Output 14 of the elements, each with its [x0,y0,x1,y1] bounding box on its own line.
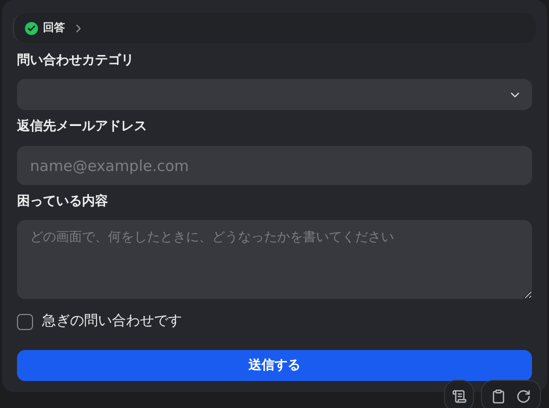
urgent-checkbox[interactable] [17,314,33,330]
field-label: 問い合わせカテゴリ [17,52,135,70]
document-icon [452,388,466,404]
field-label: 困っている内容 [17,193,109,211]
description-field[interactable]: どの画面で、何をしたときに、どうなったかを書いてください [17,220,532,299]
notes-button[interactable] [444,380,474,408]
answer-header[interactable]: 回答 [13,13,536,43]
refresh-icon[interactable] [516,388,531,404]
field-label: 返信先メールアドレス [17,118,148,136]
urgent-label: 急ぎの問い合わせです [42,312,182,331]
clipboard-icon[interactable] [491,388,506,404]
header-title: 回答 [43,20,65,36]
email-field[interactable]: name@example.com [17,146,532,185]
submit-button[interactable]: 送信する [17,350,532,381]
